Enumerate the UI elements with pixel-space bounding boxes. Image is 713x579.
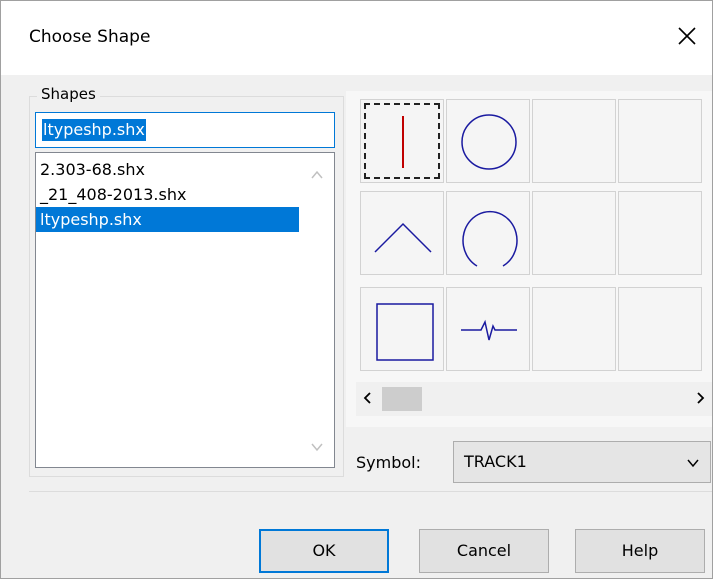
square-icon: [376, 303, 434, 361]
chevron-down-icon: [687, 459, 699, 468]
track-icon: [461, 319, 517, 341]
shape-cell[interactable]: [360, 287, 444, 371]
scroll-down-arrow-icon[interactable]: [309, 439, 325, 455]
close-button[interactable]: [662, 13, 712, 59]
shape-cell[interactable]: [446, 191, 530, 275]
shape-cell[interactable]: [618, 99, 702, 183]
list-vertical-scrollbar[interactable]: [300, 153, 334, 467]
shape-cell[interactable]: [532, 287, 616, 371]
shape-cell[interactable]: [446, 287, 530, 371]
scroll-right-arrow-icon[interactable]: [692, 390, 708, 406]
symbol-dropdown-value: TRACK1: [464, 452, 527, 471]
footer-divider: [29, 491, 712, 492]
shape-cell[interactable]: [618, 287, 702, 371]
shape-cell[interactable]: [532, 191, 616, 275]
title-bar: Choose Shape: [1, 1, 712, 75]
shape-cell[interactable]: [618, 191, 702, 275]
scrollbar-thumb[interactable]: [382, 387, 422, 411]
shape-cell[interactable]: [446, 99, 530, 183]
close-icon: [678, 27, 696, 45]
horseshoe-icon: [462, 210, 518, 267]
list-item[interactable]: _21_408-2013.shx: [36, 182, 299, 207]
shape-preview-grid: [346, 91, 712, 427]
list-item[interactable]: ltypeshp.shx: [36, 207, 299, 232]
shape-cell[interactable]: [532, 99, 616, 183]
dialog-title: Choose Shape: [29, 27, 151, 47]
help-button[interactable]: Help: [575, 529, 705, 573]
shape-file-list[interactable]: 2.303-68.shx _21_408-2013.shx ltypeshp.s…: [35, 152, 335, 468]
circle-icon: [461, 114, 517, 170]
shape-cell[interactable]: [360, 99, 444, 183]
shape-file-input-value: ltypeshp.shx: [42, 119, 146, 141]
cancel-button[interactable]: Cancel: [419, 529, 549, 573]
scroll-left-arrow-icon[interactable]: [360, 390, 376, 406]
chevron-up-icon: [374, 222, 432, 253]
grid-horizontal-scrollbar[interactable]: [356, 382, 712, 416]
choose-shape-dialog: Choose Shape Shapes ltypeshp.shx 2.303-6…: [0, 0, 713, 579]
vertical-line-icon: [402, 116, 404, 168]
list-item[interactable]: 2.303-68.shx: [36, 157, 299, 182]
symbol-label: Symbol:: [356, 453, 421, 472]
shape-cell[interactable]: [360, 191, 444, 275]
shape-file-input[interactable]: ltypeshp.shx: [35, 112, 335, 148]
ok-button[interactable]: OK: [259, 529, 389, 573]
shapes-group-label: Shapes: [37, 85, 100, 103]
symbol-dropdown[interactable]: TRACK1: [453, 441, 711, 483]
scroll-up-arrow-icon[interactable]: [309, 167, 325, 183]
